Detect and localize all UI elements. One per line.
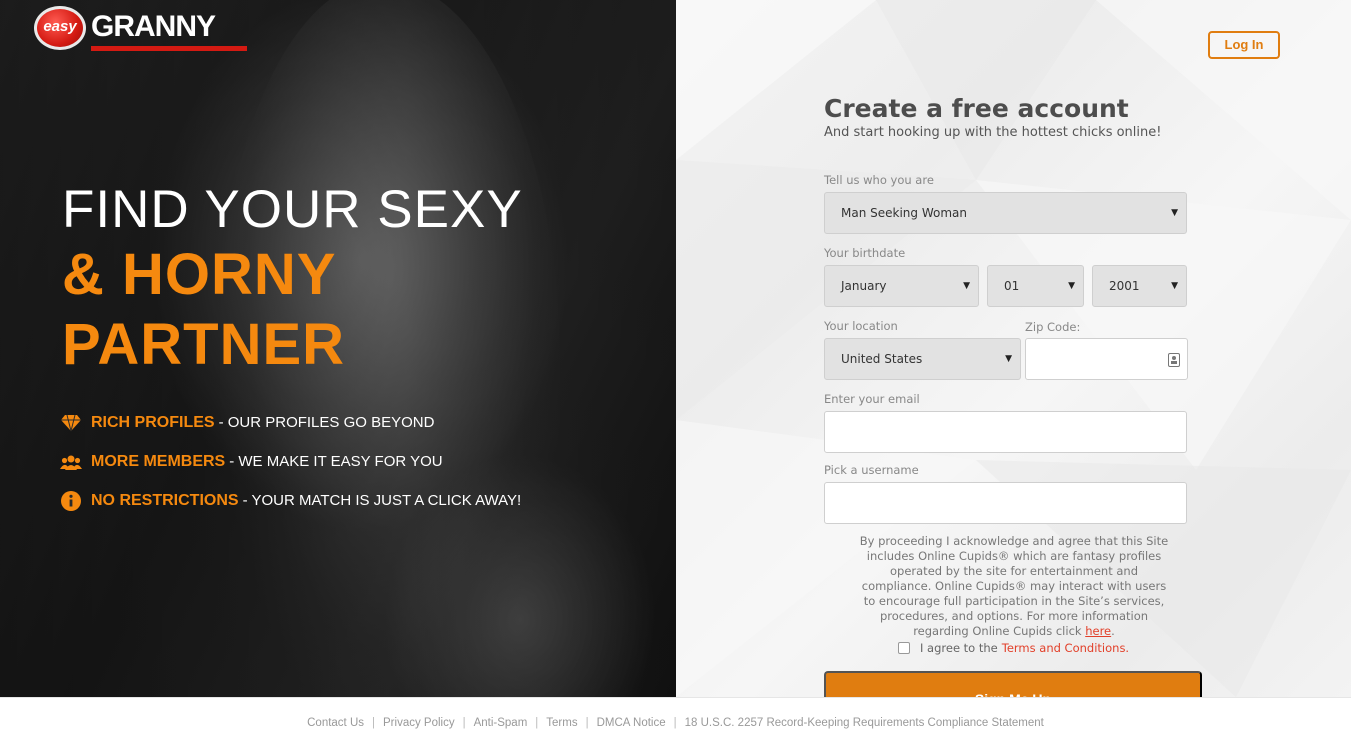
feature-text: - YOUR MATCH IS JUST A CLICK AWAY! bbox=[242, 492, 522, 509]
feature-list: RICH PROFILES - OUR PROFILES GO BEYOND M… bbox=[60, 403, 521, 520]
terms-link[interactable]: Terms and Conditions. bbox=[1002, 641, 1129, 655]
signup-page: easy GRANNY FIND YOUR SEXY & HORNY PARTN… bbox=[0, 0, 1351, 747]
caret-down-icon: ▼ bbox=[1171, 281, 1178, 291]
email-input[interactable] bbox=[824, 411, 1187, 453]
location-label: Your location bbox=[824, 319, 898, 333]
agree-text: I agree to the bbox=[920, 641, 998, 655]
birth-year-select[interactable]: 2001 ▼ bbox=[1092, 265, 1187, 307]
birth-month-select[interactable]: January ▼ bbox=[824, 265, 979, 307]
group-icon bbox=[60, 451, 82, 473]
headline-line-3: PARTNER bbox=[62, 312, 346, 377]
agree-checkbox[interactable] bbox=[898, 642, 910, 654]
zip-input[interactable] bbox=[1025, 338, 1188, 380]
feature-text: - OUR PROFILES GO BEYOND bbox=[218, 414, 435, 431]
gender-select[interactable]: Man Seeking Woman ▼ bbox=[824, 192, 1187, 234]
agree-row: I agree to the Terms and Conditions. bbox=[898, 641, 1129, 655]
form-title: Create a free account bbox=[824, 94, 1129, 123]
email-label: Enter your email bbox=[824, 392, 920, 406]
username-input[interactable] bbox=[824, 482, 1187, 524]
footer-link-contact[interactable]: Contact Us bbox=[307, 717, 364, 729]
signup-button[interactable]: Sign Me Up bbox=[824, 671, 1202, 697]
hero-panel: easy GRANNY FIND YOUR SEXY & HORNY PARTN… bbox=[0, 0, 676, 697]
site-logo[interactable]: easy GRANNY bbox=[34, 6, 247, 52]
caret-down-icon: ▼ bbox=[1068, 281, 1075, 291]
feature-item: RICH PROFILES - OUR PROFILES GO BEYOND bbox=[60, 403, 521, 442]
feature-key: MORE MEMBERS bbox=[91, 452, 226, 470]
logo-underline bbox=[91, 46, 247, 51]
feature-item: NO RESTRICTIONS - YOUR MATCH IS JUST A C… bbox=[60, 481, 521, 520]
legal-text: By proceeding I acknowledge and agree th… bbox=[859, 534, 1169, 638]
info-icon bbox=[60, 490, 82, 512]
caret-down-icon: ▼ bbox=[1171, 208, 1178, 218]
footer-link-antispam[interactable]: Anti-Spam bbox=[474, 717, 528, 729]
caret-down-icon: ▼ bbox=[1005, 354, 1012, 364]
footer-link-2257[interactable]: 18 U.S.C. 2257 Record-Keeping Requiremen… bbox=[685, 717, 1044, 729]
country-select-value: United States bbox=[841, 352, 923, 366]
legal-here-link[interactable]: here bbox=[1085, 624, 1111, 638]
feature-key: RICH PROFILES bbox=[91, 413, 215, 431]
form-subtitle: And start hooking up with the hottest ch… bbox=[824, 125, 1162, 140]
gender-select-value: Man Seeking Woman bbox=[841, 206, 967, 220]
logo-badge: easy bbox=[34, 6, 86, 50]
footer-link-dmca[interactable]: DMCA Notice bbox=[597, 717, 666, 729]
headline-line-1: FIND YOUR SEXY bbox=[62, 180, 523, 239]
birth-month-value: January bbox=[841, 279, 887, 293]
headline-line-2: & HORNY bbox=[62, 242, 337, 307]
username-label: Pick a username bbox=[824, 463, 919, 477]
feature-text: - WE MAKE IT EASY FOR YOU bbox=[229, 453, 443, 470]
footer-link-terms[interactable]: Terms bbox=[546, 717, 577, 729]
login-button[interactable]: Log In bbox=[1208, 31, 1280, 59]
footer: Contact Us | Privacy Policy | Anti-Spam … bbox=[0, 697, 1351, 747]
footer-link-privacy[interactable]: Privacy Policy bbox=[383, 717, 455, 729]
country-select[interactable]: United States ▼ bbox=[824, 338, 1021, 380]
signup-panel: Log In Create a free account And start h… bbox=[676, 0, 1351, 697]
logo-wordmark: GRANNY bbox=[91, 10, 216, 43]
zip-label: Zip Code: bbox=[1025, 320, 1081, 334]
birth-year-value: 2001 bbox=[1109, 279, 1140, 293]
birthdate-label: Your birthdate bbox=[824, 246, 906, 260]
birth-day-select[interactable]: 01 ▼ bbox=[987, 265, 1084, 307]
legal-disclaimer: By proceeding I acknowledge and agree th… bbox=[859, 534, 1169, 638]
feature-key: NO RESTRICTIONS bbox=[91, 491, 239, 509]
hero-headline: FIND YOUR SEXY & HORNY PARTNER bbox=[62, 180, 523, 380]
birth-day-value: 01 bbox=[1004, 279, 1020, 293]
who-label: Tell us who you are bbox=[824, 173, 934, 187]
contact-card-icon bbox=[1168, 352, 1180, 371]
diamond-icon bbox=[60, 412, 82, 434]
caret-down-icon: ▼ bbox=[963, 281, 970, 291]
feature-item: MORE MEMBERS - WE MAKE IT EASY FOR YOU bbox=[60, 442, 521, 481]
